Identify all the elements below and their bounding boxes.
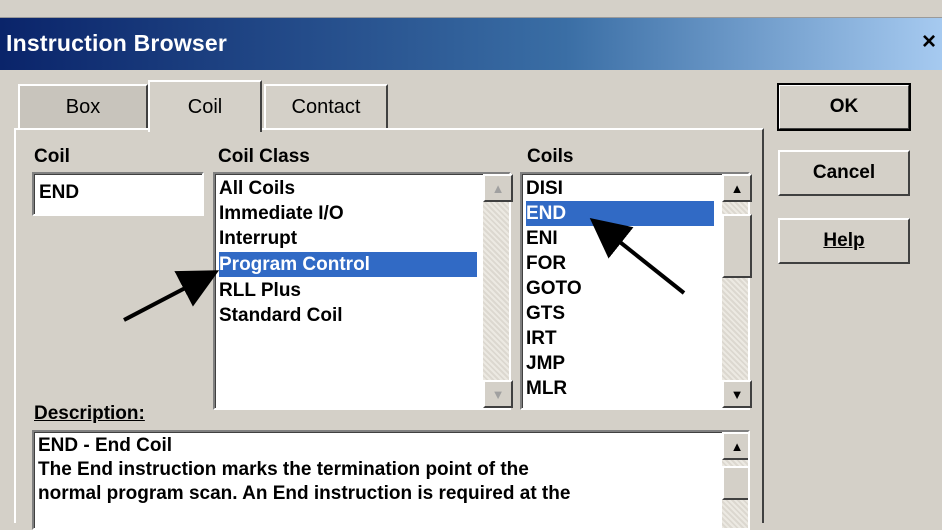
tab-coil[interactable]: Coil: [148, 80, 262, 132]
scroll-down-arrow-icon[interactable]: ▼: [483, 380, 513, 408]
window-title: Instruction Browser: [6, 30, 228, 56]
help-button[interactable]: Help: [778, 218, 910, 264]
coils-item-eni[interactable]: ENI: [526, 226, 558, 251]
tab-contact[interactable]: Contact: [264, 84, 388, 128]
coils-item-jmp[interactable]: JMP: [526, 351, 565, 376]
scroll-thumb[interactable]: [722, 466, 748, 500]
description-line: normal program scan. An End instruction …: [38, 483, 571, 504]
coil-label: Coil: [34, 146, 70, 167]
coils-item-goto[interactable]: GOTO: [526, 276, 582, 301]
coil-class-item-program-control[interactable]: Program Control: [219, 252, 477, 277]
description-line: END - End Coil: [38, 435, 173, 456]
coils-item-mlr[interactable]: MLR: [526, 376, 567, 401]
coils-list[interactable]: DISI END ENI FOR GOTO GTS IRT JMP MLR ▲ …: [520, 172, 752, 410]
description-scrollbar[interactable]: ▲: [722, 432, 748, 528]
background-window-strip: [0, 0, 942, 18]
coils-item-for[interactable]: FOR: [526, 251, 566, 276]
coil-class-list[interactable]: All Coils Immediate I/O Interrupt Progra…: [213, 172, 513, 410]
coil-class-item-rll-plus[interactable]: RLL Plus: [219, 278, 301, 303]
description-line: The End instruction marks the terminatio…: [38, 459, 529, 480]
ok-button[interactable]: OK: [777, 83, 911, 131]
coil-class-item-standard-coil[interactable]: Standard Coil: [219, 303, 343, 328]
coil-input-value: END: [39, 182, 80, 203]
coils-label: Coils: [527, 146, 574, 167]
coil-class-label: Coil Class: [218, 146, 310, 167]
cancel-button[interactable]: Cancel: [778, 150, 910, 196]
coil-class-item-immediate-io[interactable]: Immediate I/O: [219, 201, 344, 226]
coil-class-scrollbar[interactable]: ▲ ▼: [483, 174, 513, 408]
coils-item-irt[interactable]: IRT: [526, 326, 557, 351]
coil-class-item-interrupt[interactable]: Interrupt: [219, 226, 297, 251]
coil-class-item-all-coils[interactable]: All Coils: [219, 176, 295, 201]
scroll-up-arrow-icon[interactable]: ▲: [483, 174, 513, 202]
coil-input[interactable]: END: [32, 172, 204, 216]
coils-item-end[interactable]: END: [526, 201, 714, 226]
close-button[interactable]: ×: [922, 30, 942, 56]
scroll-up-arrow-icon[interactable]: ▲: [722, 174, 752, 202]
coils-item-disi[interactable]: DISI: [526, 176, 563, 201]
description-label: Description:: [34, 403, 145, 424]
coils-scrollbar[interactable]: ▲ ▼: [722, 174, 752, 408]
scroll-up-arrow-icon[interactable]: ▲: [722, 432, 748, 460]
scroll-thumb[interactable]: [722, 214, 752, 278]
scroll-down-arrow-icon[interactable]: ▼: [722, 380, 752, 408]
description-box[interactable]: END - End Coil The End instruction marks…: [32, 430, 750, 530]
tab-box[interactable]: Box: [18, 84, 148, 128]
coils-item-gts[interactable]: GTS: [526, 301, 565, 326]
